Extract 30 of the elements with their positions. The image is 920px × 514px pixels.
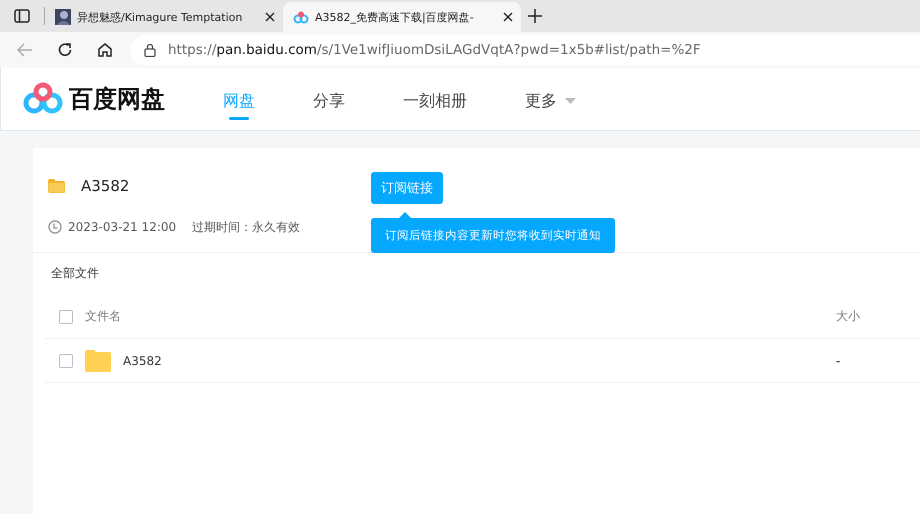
browser-tab[interactable]: A3582_免费高速下载|百度网盘-	[283, 2, 521, 32]
caret-icon	[565, 98, 576, 104]
nav-tab[interactable]: 更多	[505, 72, 596, 126]
close-icon[interactable]	[265, 12, 275, 22]
column-header: 文件名	[85, 308, 122, 325]
cloud-logo-icon	[293, 10, 309, 24]
clock-icon	[48, 220, 62, 234]
file-name[interactable]: A3582	[123, 354, 162, 368]
tab-title: A3582_免费高速下载|百度网盘-	[315, 10, 475, 24]
lock-icon	[144, 43, 156, 57]
column-header: 大小	[836, 308, 861, 325]
close-icon[interactable]	[503, 12, 513, 22]
breadcrumb[interactable]: 全部文件	[33, 253, 920, 281]
folder-icon	[48, 179, 65, 193]
file-size: -	[836, 354, 842, 368]
expiry-text: 过期时间：永久有效	[192, 218, 300, 236]
nav-tab[interactable]: 一刻相册	[383, 72, 487, 126]
browser-tab[interactable]: 异想魅惑/Kimagure Temptation	[45, 2, 283, 32]
tooltip: 订阅后链接内容更新时您将收到实时通知	[371, 218, 615, 253]
nav-tab[interactable]: 分享	[293, 72, 365, 126]
share-date: 2023-03-21 12:00	[68, 220, 176, 234]
row-checkbox[interactable]	[59, 354, 73, 368]
folder-title: A3582	[81, 177, 130, 195]
address-field[interactable]: https://pan.baidu.com/s/1Ve1wifJiuomDsiLAGdVqtA?pwd=1x5b#list/path=%2F	[130, 35, 920, 65]
logo-text: 百度网盘	[69, 84, 165, 115]
folder-icon	[85, 350, 111, 372]
select-all-checkbox[interactable]	[59, 310, 73, 324]
logo-icon	[23, 82, 63, 116]
tooltip-pointer	[399, 212, 411, 218]
tab-title: 异想魅惑/Kimagure Temptation	[77, 10, 244, 24]
